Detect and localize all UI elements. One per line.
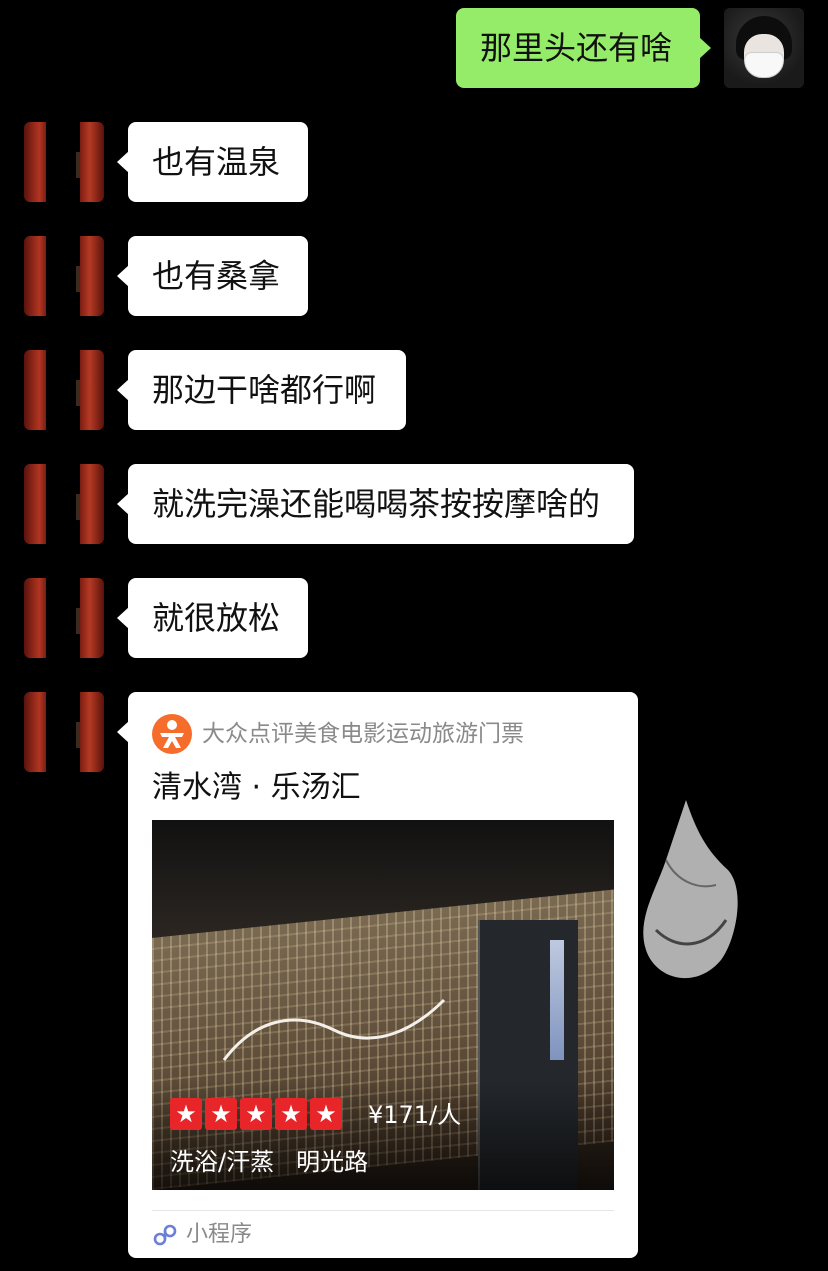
mini-program-label: 小程序 xyxy=(186,1222,253,1247)
other-avatar[interactable] xyxy=(24,350,104,430)
other-avatar[interactable] xyxy=(24,692,104,772)
star-icon: ★ xyxy=(170,1098,202,1130)
message-bubble-other[interactable]: 那边干啥都行啊 xyxy=(117,350,406,430)
mini-program-card[interactable]: 大众点评美食电影运动旅游门票 清水湾 · 乐汤汇 ★ ★ ★ ★ ★ ¥171/人 洗浴… xyxy=(117,692,638,1258)
tag-category: 洗浴/汗蒸 xyxy=(170,1148,275,1176)
other-avatar[interactable] xyxy=(24,464,104,544)
card-divider xyxy=(152,1210,614,1211)
star-icon: ★ xyxy=(205,1098,237,1130)
message-bubble-other[interactable]: 就洗完澡还能喝喝茶按按摩啥的 xyxy=(117,464,634,544)
other-avatar[interactable] xyxy=(24,578,104,658)
mini-program-icon xyxy=(153,1224,177,1246)
star-icon: ★ xyxy=(240,1098,272,1130)
message-bubble-self[interactable]: 那里头还有啥 xyxy=(456,8,711,88)
message-text: 就很放松 xyxy=(152,599,281,637)
venue-photo: ★ ★ ★ ★ ★ ¥171/人 洗浴/汗蒸 明光路 xyxy=(152,820,614,1190)
other-avatar[interactable] xyxy=(24,122,104,202)
dianping-logo-icon xyxy=(152,714,192,754)
message-text: 也有温泉 xyxy=(152,143,281,181)
message-bubble-other[interactable]: 也有温泉 xyxy=(117,122,308,202)
message-bubble-other[interactable]: 就很放松 xyxy=(117,578,308,658)
tags: 洗浴/汗蒸 明光路 xyxy=(170,1144,390,1180)
message-text: 就洗完澡还能喝喝茶按按摩啥的 xyxy=(152,485,601,523)
message-text: 那里头还有啥 xyxy=(480,29,673,67)
star-icon: ★ xyxy=(275,1098,307,1130)
sticker-image xyxy=(643,800,738,979)
message-text: 那边干啥都行啊 xyxy=(152,371,377,409)
price: ¥171/人 xyxy=(368,1101,462,1129)
rating-stars: ★ ★ ★ ★ ★ xyxy=(170,1098,345,1132)
card-title: 清水湾 · 乐汤汇 xyxy=(152,770,361,805)
card-source: 大众点评美食电影运动旅游门票 xyxy=(202,721,524,747)
message-bubble-other[interactable]: 也有桑拿 xyxy=(117,236,308,316)
star-icon: ★ xyxy=(310,1098,342,1130)
other-avatar[interactable] xyxy=(24,236,104,316)
self-avatar[interactable] xyxy=(724,8,804,88)
tag-location: 明光路 xyxy=(296,1148,369,1176)
message-text: 也有桑拿 xyxy=(152,257,281,295)
